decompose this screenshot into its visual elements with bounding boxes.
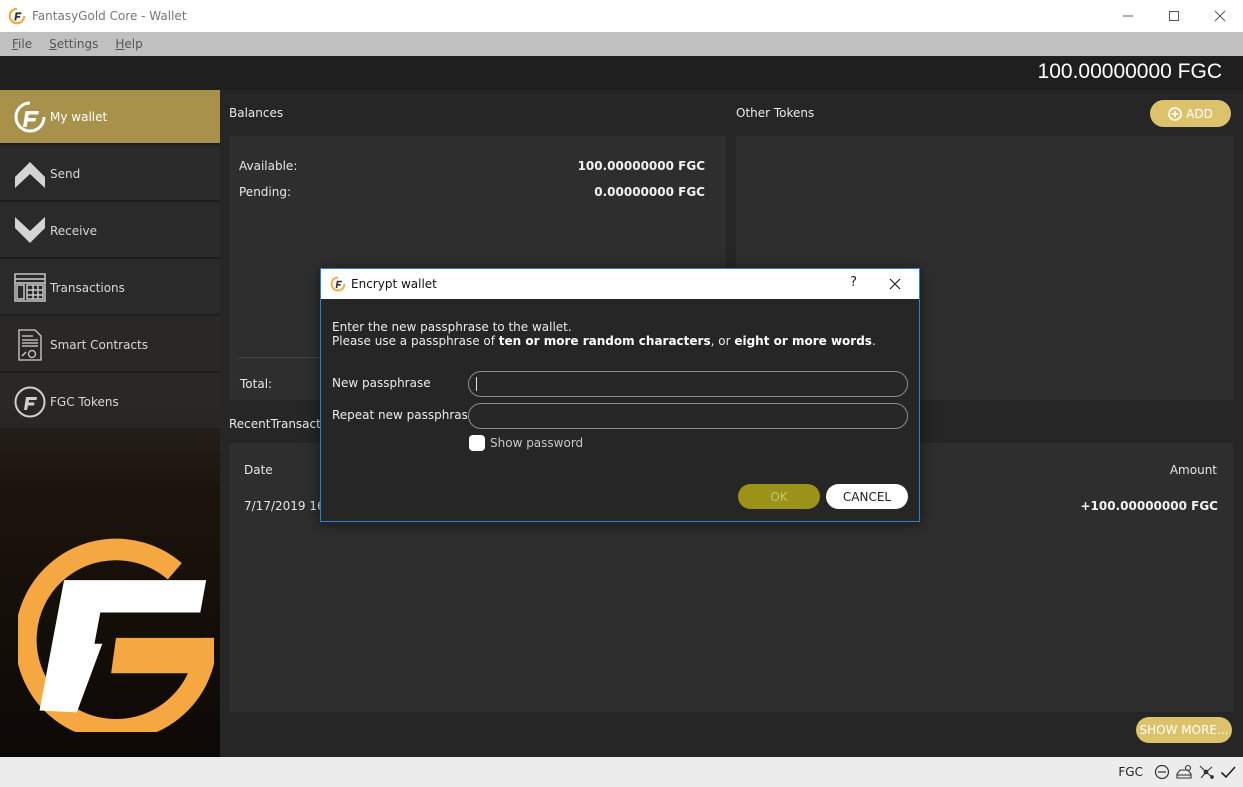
window-titlebar: FantasyGold Core - Wallet bbox=[0, 0, 1243, 32]
sidebar-item-label: Transactions bbox=[50, 280, 125, 295]
add-token-button[interactable]: ADD bbox=[1150, 100, 1231, 127]
menu-settings[interactable]: Settings bbox=[49, 37, 98, 51]
add-token-label: ADD bbox=[1186, 106, 1213, 121]
sidebar-item-send[interactable]: Send bbox=[0, 147, 220, 202]
sidebar-item-receive[interactable]: Receive bbox=[0, 204, 220, 259]
maximize-button[interactable] bbox=[1151, 0, 1197, 32]
total-label: Total: bbox=[240, 377, 273, 391]
sidebar-item-smart-contracts[interactable]: Smart Contracts bbox=[0, 318, 220, 373]
dialog-close-button[interactable] bbox=[885, 274, 905, 294]
show-password-checkbox[interactable] bbox=[469, 435, 485, 451]
column-header-amount: Amount bbox=[1169, 463, 1217, 477]
sidebar-item-label: FGC Tokens bbox=[50, 394, 119, 409]
send-arrow-up-icon bbox=[13, 157, 47, 191]
instruction-text: . bbox=[871, 334, 876, 348]
new-passphrase-input[interactable] bbox=[468, 371, 908, 397]
show-password-label[interactable]: Show password bbox=[490, 436, 583, 450]
app-logo-icon bbox=[8, 7, 26, 25]
sidebar-item-label: Smart Contracts bbox=[50, 337, 148, 352]
sidebar-item-fgc-tokens[interactable]: FGC Tokens bbox=[0, 375, 220, 430]
sidebar-item-label: Send bbox=[50, 166, 81, 181]
instruction-text: , or bbox=[710, 334, 735, 348]
app-logo-icon bbox=[330, 276, 346, 292]
menu-bar: File Settings Help bbox=[0, 32, 1243, 56]
repeat-passphrase-label: Repeat new passphrase bbox=[332, 408, 476, 422]
column-header-date: Date bbox=[244, 463, 273, 477]
sidebar-item-transactions[interactable]: Transactions bbox=[0, 261, 220, 316]
available-value: 100.00000000 FGC bbox=[577, 159, 705, 173]
menu-help-label: elp bbox=[124, 37, 143, 51]
sidebar-item-label: My wallet bbox=[50, 109, 108, 124]
available-label: Available: bbox=[239, 159, 298, 173]
status-bar: FGC bbox=[0, 757, 1243, 787]
encrypt-wallet-dialog: Encrypt wallet ? Enter the new passphras… bbox=[320, 268, 920, 522]
menu-help-accel: H bbox=[115, 37, 125, 51]
instruction-text: Please use a passphrase of bbox=[332, 334, 499, 348]
window-title: FantasyGold Core - Wallet bbox=[32, 9, 187, 23]
synced-check-icon[interactable] bbox=[1219, 763, 1237, 781]
transactions-ledger-icon bbox=[13, 271, 47, 305]
minimize-button[interactable] bbox=[1105, 0, 1151, 32]
close-window-button[interactable] bbox=[1197, 0, 1243, 32]
text-caret bbox=[476, 377, 477, 391]
network-icon[interactable] bbox=[1197, 763, 1215, 781]
pending-value: 0.00000000 FGC bbox=[594, 185, 705, 199]
dialog-help-button[interactable]: ? bbox=[850, 275, 857, 290]
sidebar: My wallet Send Receive Transactions Smar… bbox=[0, 90, 220, 757]
sidebar-item-label: Receive bbox=[50, 223, 97, 238]
show-more-button[interactable]: SHOW MORE... bbox=[1136, 717, 1232, 743]
menu-file-label: ile bbox=[18, 37, 33, 51]
header-total-balance: 100.00000000 FGC bbox=[1037, 60, 1222, 83]
dialog-instruction-line1: Enter the new passphrase to the wallet. bbox=[332, 320, 572, 334]
close-icon bbox=[1214, 10, 1226, 22]
contract-document-icon bbox=[13, 328, 47, 362]
menu-file[interactable]: File bbox=[12, 37, 32, 51]
menu-settings-accel: S bbox=[49, 37, 57, 51]
maximize-icon bbox=[1169, 11, 1179, 21]
fantasygold-logo bbox=[18, 538, 214, 732]
display-unit[interactable]: FGC bbox=[1118, 765, 1143, 779]
cancel-button[interactable]: CANCEL bbox=[826, 484, 908, 509]
pending-label: Pending: bbox=[239, 185, 292, 199]
transaction-date: 7/17/2019 16 bbox=[244, 499, 325, 513]
repeat-passphrase-input[interactable] bbox=[468, 403, 908, 429]
close-icon bbox=[889, 278, 901, 290]
fg-logo-icon bbox=[13, 100, 47, 134]
menu-settings-label: ettings bbox=[56, 37, 99, 51]
dialog-titlebar: Encrypt wallet ? bbox=[321, 269, 919, 299]
lock-status-icon[interactable] bbox=[1175, 763, 1193, 781]
token-coin-icon bbox=[13, 385, 47, 419]
new-passphrase-label: New passphrase bbox=[332, 376, 431, 390]
transaction-amount: +100.00000000 FGC bbox=[1080, 499, 1219, 513]
dialog-title: Encrypt wallet bbox=[351, 277, 437, 291]
receive-arrow-down-icon bbox=[13, 214, 47, 248]
balances-title: Balances bbox=[229, 106, 284, 120]
plus-circle-icon bbox=[1168, 106, 1182, 121]
menu-help[interactable]: Help bbox=[115, 37, 142, 51]
show-more-label: SHOW MORE... bbox=[1139, 723, 1229, 737]
instruction-emphasis: eight or more words bbox=[734, 334, 872, 348]
other-tokens-title: Other Tokens bbox=[736, 106, 815, 120]
minimize-icon bbox=[1123, 15, 1133, 17]
instruction-emphasis: ten or more random characters bbox=[498, 334, 711, 348]
ok-button[interactable]: OK bbox=[738, 484, 820, 509]
sidebar-item-my-wallet[interactable]: My wallet bbox=[0, 90, 220, 145]
hd-disabled-icon bbox=[1153, 763, 1171, 781]
header-bar: 100.00000000 FGC bbox=[0, 56, 1243, 90]
dialog-instruction-line2: Please use a passphrase of ten or more r… bbox=[332, 334, 876, 348]
